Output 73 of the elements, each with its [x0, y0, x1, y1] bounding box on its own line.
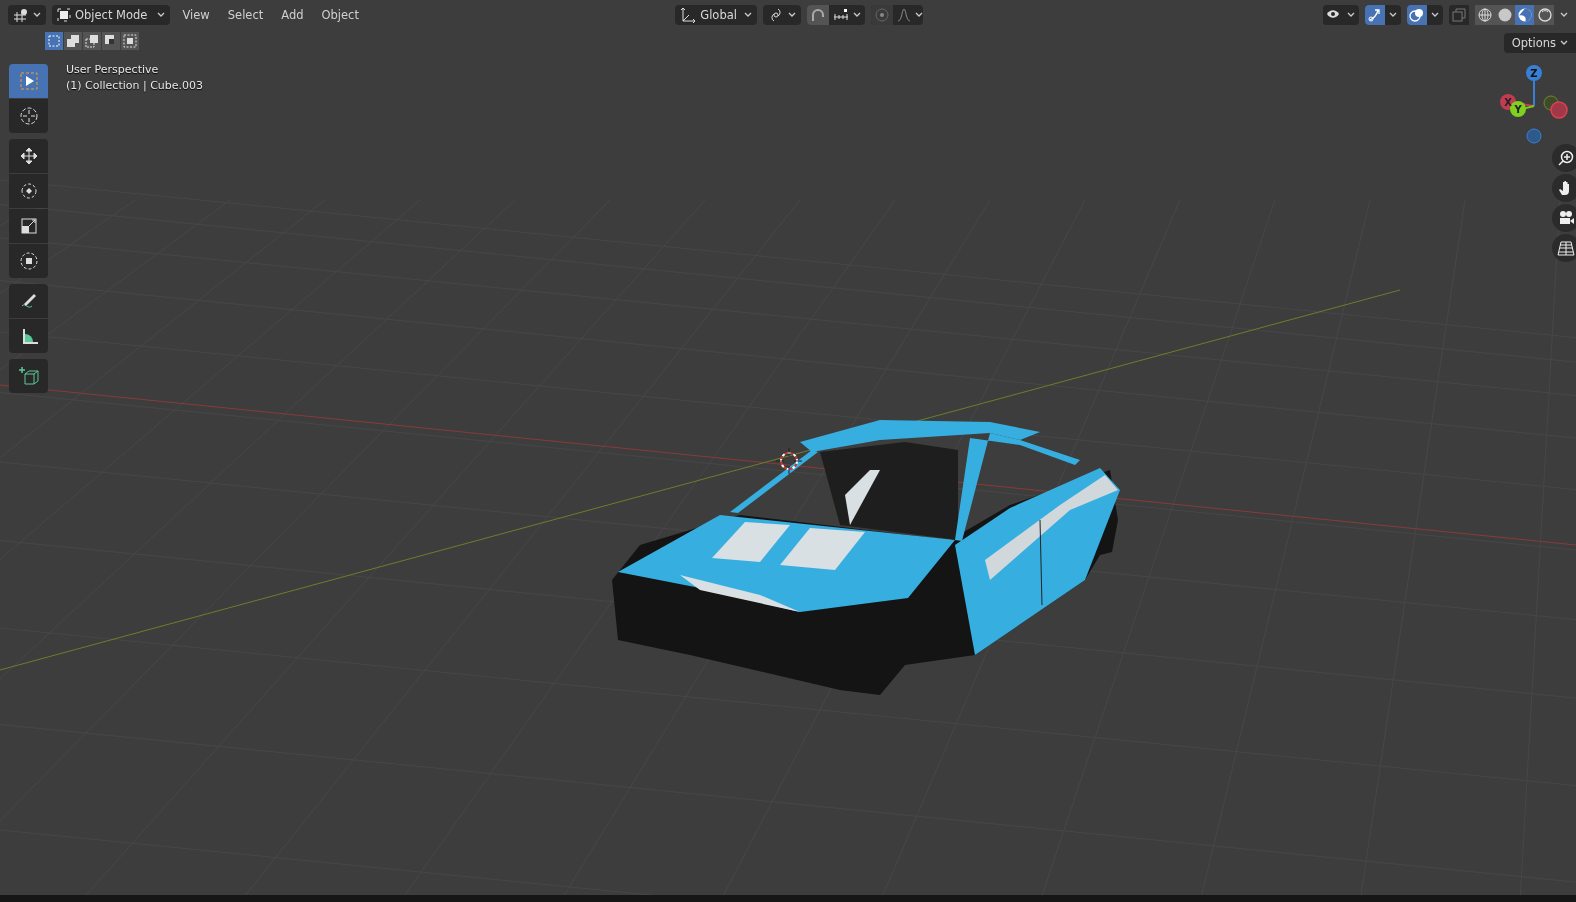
selection-mode-button[interactable]: [83, 32, 101, 50]
tool-button[interactable]: [9, 359, 48, 393]
menu-item[interactable]: View: [176, 8, 216, 22]
x-axis-label: X: [1504, 97, 1512, 108]
tool-button[interactable]: [9, 64, 48, 98]
caret-icon: [744, 12, 753, 18]
menu-item[interactable]: Add: [275, 8, 310, 22]
camera-icon: [1557, 209, 1575, 227]
xray-toggle[interactable]: [1449, 5, 1469, 25]
overlays-toggle[interactable]: [1407, 5, 1443, 25]
select-intersect-icon: [123, 34, 137, 48]
tool-button[interactable]: [9, 209, 48, 243]
caret-icon: [853, 12, 862, 18]
caret-icon: [1347, 12, 1355, 18]
selection-mode-button[interactable]: [64, 32, 82, 50]
transform-icon: [17, 250, 40, 272]
select-extend-icon: [66, 34, 80, 48]
caret-icon: [1389, 12, 1397, 18]
caret-icon: [33, 12, 41, 18]
grid-icon: [1557, 239, 1575, 257]
gizmo-arrow-icon: [1367, 7, 1383, 23]
pivot-dropdown[interactable]: [763, 5, 802, 25]
ortho-button[interactable]: [1552, 234, 1576, 262]
shading-switch[interactable]: [1475, 5, 1554, 25]
tool-button[interactable]: [9, 319, 48, 353]
cube-square-icon: [57, 8, 71, 22]
caret-icon: [1431, 12, 1439, 18]
tool-button[interactable]: [9, 244, 48, 278]
zoom-button[interactable]: [1552, 144, 1576, 172]
caret-icon: [915, 12, 924, 18]
select-new-icon: [47, 34, 61, 48]
viewport-icon: [13, 8, 29, 22]
camera-button[interactable]: [1552, 204, 1576, 232]
axes-icon: [680, 7, 697, 23]
select-box-icon: [17, 70, 40, 92]
snap-control[interactable]: [807, 5, 866, 25]
menu-item[interactable]: Select: [221, 8, 270, 22]
caret-icon: [788, 12, 797, 18]
caret-icon: [1560, 12, 1568, 18]
selection-mode-button[interactable]: [102, 32, 120, 50]
falloff-curve-icon: [897, 8, 912, 22]
snap-increment-icon: [833, 8, 850, 22]
y-axis-label: Y: [1514, 104, 1522, 115]
orientation-dropdown[interactable]: Global: [675, 5, 758, 25]
visibility-toggle[interactable]: [1323, 5, 1359, 25]
gizmos-toggle[interactable]: [1365, 5, 1401, 25]
proportional-dot-icon: [875, 8, 890, 22]
add-cube-icon: [17, 365, 40, 387]
editor-type-dropdown[interactable]: [8, 5, 46, 25]
overlay-circles-icon: [1409, 7, 1425, 23]
z-axis-label: Z: [1530, 68, 1538, 79]
menu-item[interactable]: Object: [315, 8, 365, 22]
crosshair-icon: [17, 105, 40, 127]
material-sphere-icon: [1516, 7, 1533, 23]
tool-button[interactable]: [9, 284, 48, 318]
caret-icon: [157, 12, 166, 18]
caret-icon: [1560, 40, 1568, 46]
selection-mode-button[interactable]: [121, 32, 139, 50]
tool-button[interactable]: [9, 139, 48, 173]
3d-cursor-icon: [775, 447, 803, 475]
magnet-icon: [810, 7, 827, 23]
view-name: User Perspective: [66, 63, 160, 76]
solid-sphere-icon: [1496, 7, 1513, 23]
select-subtract-icon: [85, 34, 99, 48]
pan-button[interactable]: [1552, 174, 1576, 202]
proportional-edit-control[interactable]: [871, 5, 924, 25]
wireframe-sphere-icon: [1476, 7, 1493, 23]
active-object-label: (1) Collection | Cube.003: [66, 79, 204, 92]
xray-icon: [1451, 7, 1467, 23]
mode-dropdown[interactable]: Object Mode: [52, 5, 171, 25]
zoom-icon: [1557, 149, 1575, 167]
rendered-sphere-icon: [1536, 7, 1553, 23]
options-dropdown[interactable]: Options: [1503, 33, 1576, 53]
